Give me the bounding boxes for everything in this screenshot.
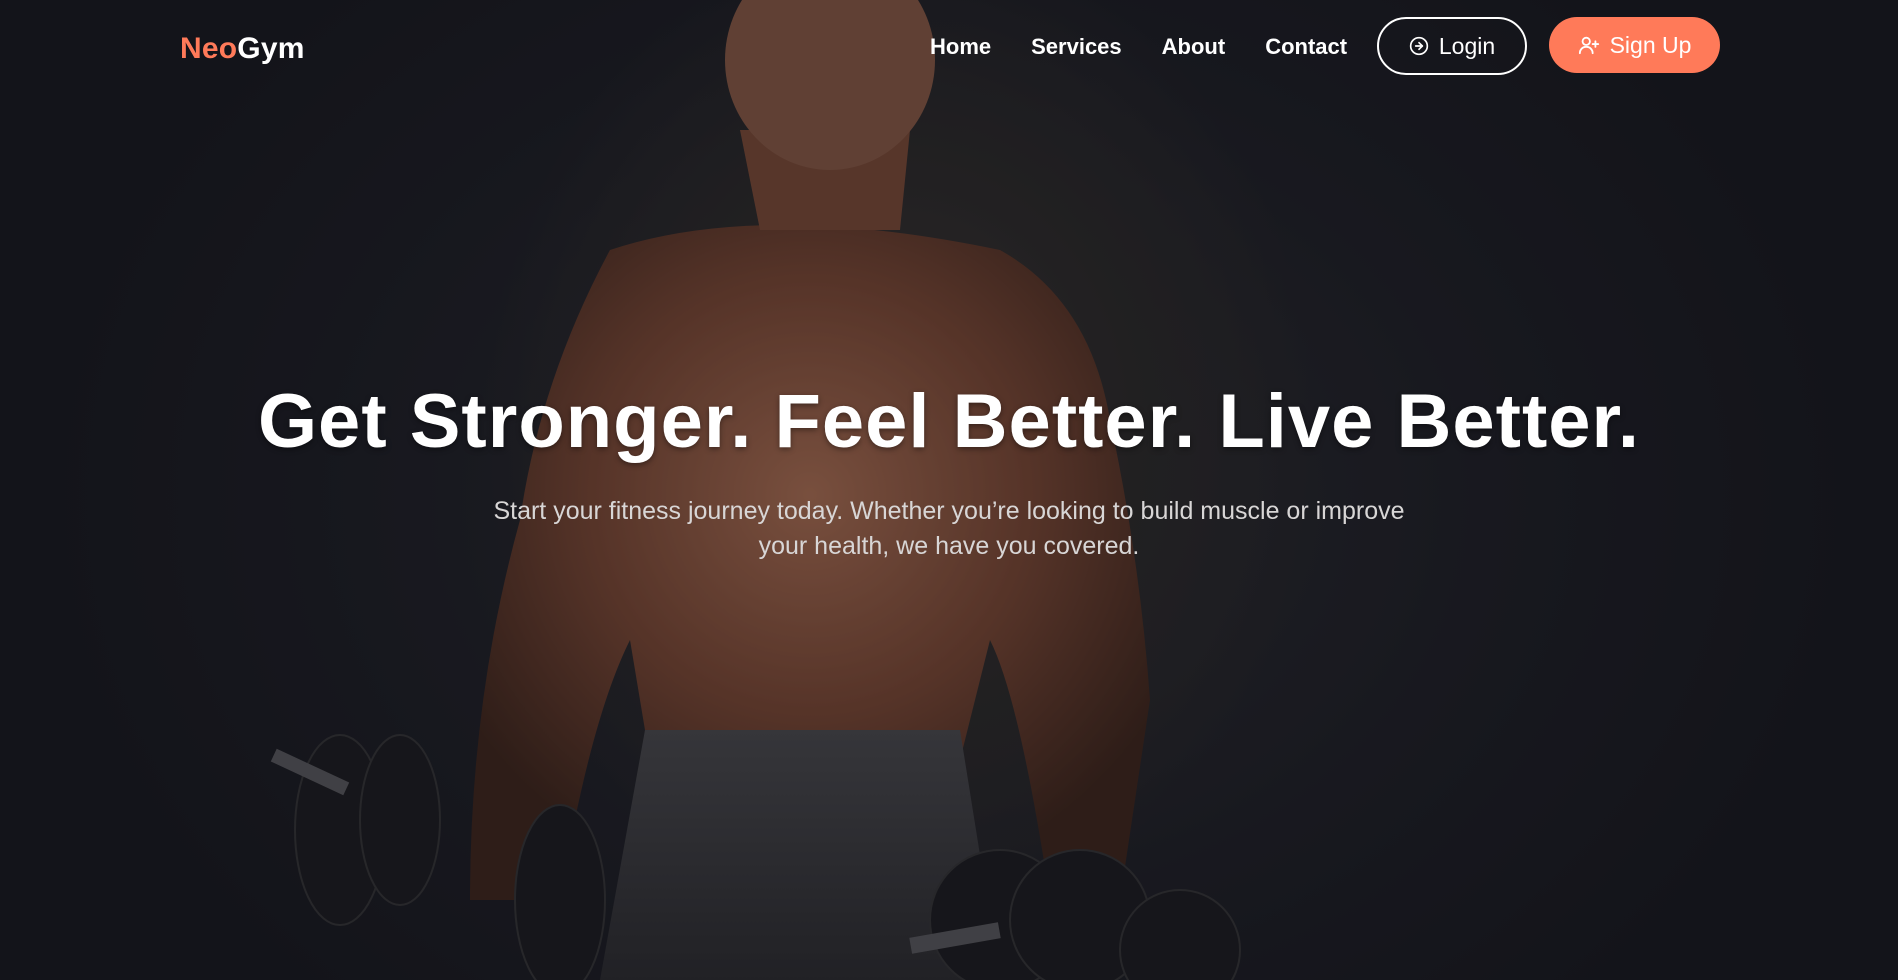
nav-item-contact[interactable]: Contact — [1265, 34, 1347, 60]
hero-subtext: Start your fitness journey today. Whethe… — [493, 497, 1405, 560]
brand-name-accent: Neo — [180, 32, 238, 65]
nav-item-about[interactable]: About — [1162, 34, 1226, 60]
hero-headline: Get Stronger. Feel Better. Live Better. — [257, 379, 1641, 464]
signup-button[interactable]: Sign Up — [1549, 17, 1720, 73]
hero-section: NeoGym Home Services About Contact Login — [0, 0, 1898, 980]
nav-item-home[interactable]: Home — [930, 34, 991, 60]
signup-label: Sign Up — [1609, 31, 1692, 58]
nav-item-services[interactable]: Services — [1031, 34, 1122, 60]
brand-logo[interactable]: NeoGym — [180, 32, 305, 66]
login-button[interactable]: Login — [1377, 17, 1527, 75]
site-header: NeoGym Home Services About Contact Login — [0, 0, 1898, 96]
login-icon — [1409, 36, 1429, 56]
main-nav: Home Services About Contact — [930, 34, 1387, 60]
login-label: Login — [1438, 32, 1496, 59]
brand-name-rest: Gym — [237, 32, 305, 65]
dark-overlay — [0, 0, 1898, 980]
user-plus-icon — [1578, 36, 1599, 55]
